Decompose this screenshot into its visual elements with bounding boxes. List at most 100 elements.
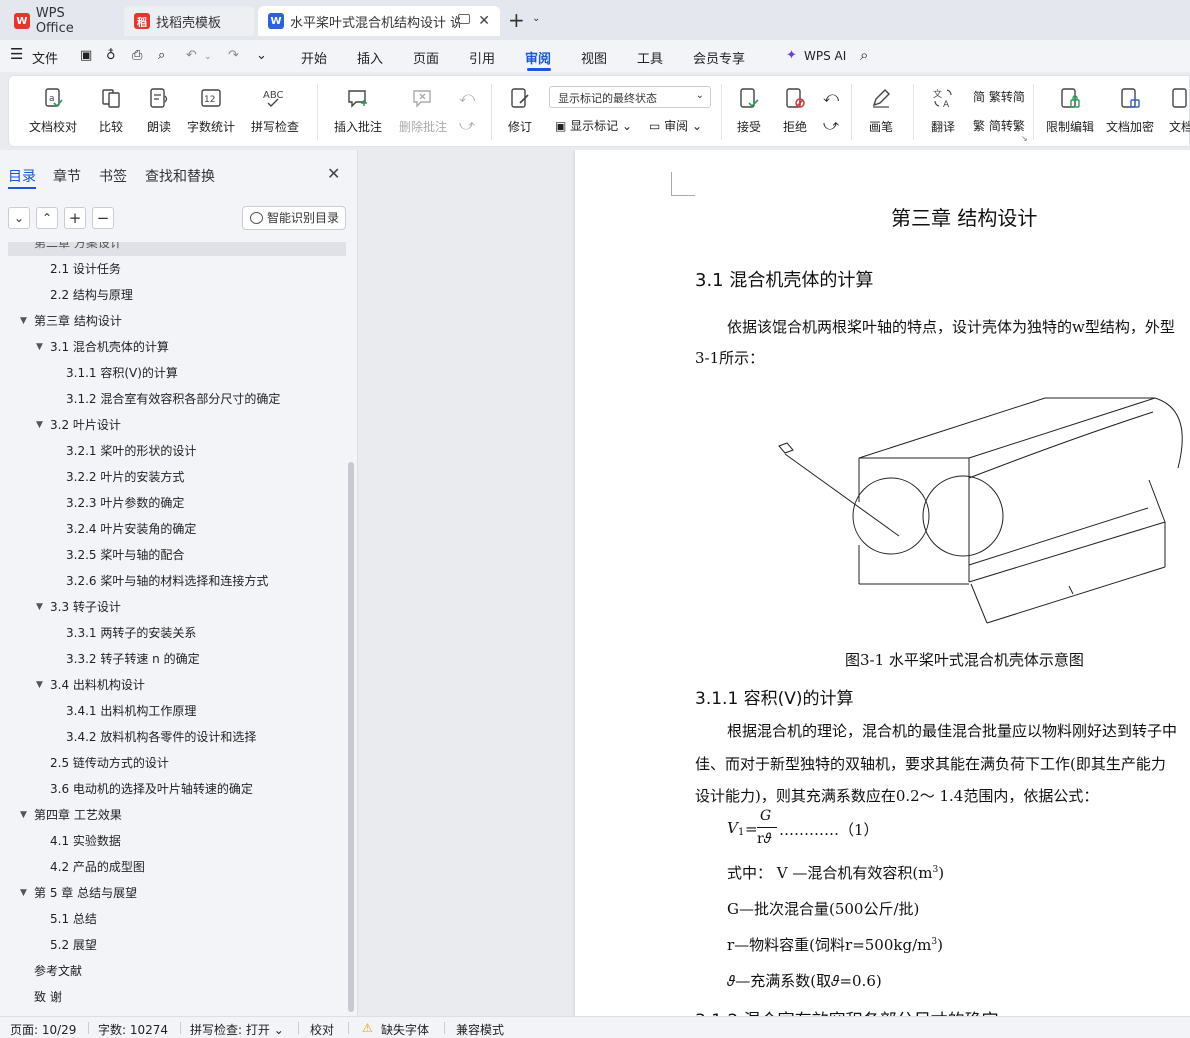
expand-arrow-icon[interactable]: ▼ (36, 680, 43, 690)
more-chevron-icon[interactable]: ⌄ (256, 48, 267, 63)
missing-font-status[interactable]: 缺失字体 (381, 1021, 429, 1038)
menu-member[interactable]: 会员专享 (693, 48, 745, 67)
toc-item[interactable]: 2.2 结构与原理 (50, 282, 133, 308)
new-tab-button[interactable]: + (508, 10, 525, 30)
pen-button[interactable]: 画笔 (859, 76, 903, 146)
demote-button[interactable]: − (92, 207, 114, 229)
expand-arrow-icon[interactable]: ▼ (36, 342, 43, 352)
toc-item[interactable]: 3.4.1 出料机构工作原理 (66, 698, 196, 724)
expand-arrow-icon[interactable]: ▼ (20, 888, 27, 898)
expand-arrow-icon[interactable]: ▼ (36, 420, 43, 430)
delete-comment-button[interactable]: 删除批注 (393, 76, 453, 146)
toc-item[interactable]: 3.1 混合机壳体的计算 (50, 334, 169, 360)
markup-mode-select[interactable]: 显示标记的最终状态 ⌄ (549, 86, 711, 108)
proofread-button[interactable]: a 文档校对 (19, 76, 87, 146)
menu-insert[interactable]: 插入 (357, 48, 383, 67)
compare-button[interactable]: 比较 (91, 76, 131, 146)
collapse-all-button[interactable]: ⌃ (36, 207, 58, 229)
toc-item[interactable]: 3.6 电动机的选择及叶片轴转速的确定 (50, 776, 253, 802)
toc-item[interactable]: 5.2 展望 (50, 932, 97, 958)
word-count-button[interactable]: 12 字数统计 (183, 76, 239, 146)
save-icon[interactable]: ▣ (80, 48, 92, 63)
toc-item[interactable]: 3.4.2 放料机构各零件的设计和选择 (66, 724, 256, 750)
hamburger-icon[interactable]: ☰ (10, 45, 23, 63)
print-icon[interactable]: ⎙ (132, 48, 142, 63)
tab-wps-office[interactable]: W WPS Office (4, 6, 116, 36)
toc-item[interactable]: 致 谢 (34, 984, 62, 1010)
toc-item[interactable]: 3.2.4 叶片安装角的确定 (66, 516, 196, 542)
toc-item[interactable]: 4.2 产品的成型图 (50, 854, 145, 880)
review-pane-button[interactable]: ▭ 审阅 ⌄ (649, 117, 702, 134)
toc-item[interactable]: 3.3.2 转子转速 n 的确定 (66, 646, 200, 672)
toc-item[interactable]: 4.1 实验数据 (50, 828, 121, 854)
accept-button[interactable]: 接受 (727, 76, 771, 146)
read-aloud-button[interactable]: 朗读 (141, 76, 177, 146)
proof-status[interactable]: 校对 (310, 1021, 334, 1038)
show-markup-button[interactable]: ▣ 显示标记 ⌄ (555, 117, 632, 134)
toc-item[interactable]: 3.1.1 容积(V)的计算 (66, 360, 178, 386)
toc-item[interactable]: 第四章 工艺效果 (34, 802, 122, 828)
tab-bookmarks[interactable]: 书签 (99, 166, 127, 186)
insert-comment-button[interactable]: 插入批注 (327, 76, 389, 146)
reject-button[interactable]: 拒绝 (773, 76, 817, 146)
search-icon[interactable]: ⌕ (860, 46, 868, 64)
page-indicator[interactable]: 页面: 10/29 (10, 1021, 76, 1038)
prev-comment-icon[interactable]: ⤺ (459, 88, 475, 106)
menu-page[interactable]: 页面 (413, 48, 439, 67)
chevron-down-icon[interactable]: ⌄ (204, 52, 212, 62)
word-count[interactable]: 字数: 10274 (98, 1021, 168, 1038)
revise-button[interactable]: 修订 (499, 76, 541, 146)
toc-item[interactable]: 参考文献 (34, 958, 82, 984)
menu-review[interactable]: 审阅 (525, 48, 551, 67)
spell-check-button[interactable]: ABC 拼写检查 (245, 76, 305, 146)
print-preview-icon[interactable]: ⌕ (158, 48, 165, 63)
redo-icon[interactable]: ↷ (228, 48, 239, 63)
spell-check-status[interactable]: 拼写检查: 打开 ⌄ (190, 1021, 284, 1038)
toc-item-cut[interactable]: 第二章 方案设计 (8, 242, 346, 256)
toc-item[interactable]: 2.1 设计任务 (50, 256, 121, 282)
simp-to-trad-button[interactable]: 繁 简转繁 (973, 117, 1025, 134)
toc-item[interactable]: 3.2.6 桨叶与轴的材料选择和连接方式 (66, 568, 268, 594)
toc-item[interactable]: 3.2.1 桨叶的形状的设计 (66, 438, 196, 464)
restrict-edit-button[interactable]: 限制编辑 (1041, 76, 1099, 146)
expand-all-button[interactable]: ⌄ (8, 207, 30, 229)
tab-toc[interactable]: 目录 (8, 166, 36, 186)
expand-arrow-icon[interactable]: ▼ (20, 810, 27, 820)
toc-item[interactable]: 3.2.3 叶片参数的确定 (66, 490, 184, 516)
menu-view[interactable]: 视图 (581, 48, 607, 67)
toc-item[interactable]: 3.3.1 两转子的安装关系 (66, 620, 196, 646)
menu-start[interactable]: 开始 (301, 48, 327, 67)
menu-reference[interactable]: 引用 (469, 48, 495, 67)
toc-item[interactable]: 第三章 结构设计 (34, 308, 122, 334)
expand-arrow-icon[interactable]: ▼ (36, 602, 43, 612)
prev-change-icon[interactable]: ⤺ (823, 88, 839, 106)
toc-item[interactable]: 3.2.5 桨叶与轴的配合 (66, 542, 184, 568)
trad-to-simp-button[interactable]: 简 繁转简 (973, 88, 1025, 105)
promote-button[interactable]: + (64, 207, 86, 229)
expand-arrow-icon[interactable]: ▼ (20, 316, 27, 326)
undo-icon[interactable]: ↶ (186, 48, 197, 63)
next-change-icon[interactable]: ⤻ (823, 116, 839, 134)
menu-tools[interactable]: 工具 (637, 48, 663, 67)
toc-item[interactable]: 3.2.2 叶片的安装方式 (66, 464, 184, 490)
doc-more-button[interactable]: 文档 (1161, 76, 1190, 146)
translate-button[interactable]: 文A 翻译 (921, 76, 965, 146)
toc-item[interactable]: 3.1.2 混合室有效容积各部分尺寸的确定 (66, 386, 280, 412)
tab-find-replace[interactable]: 查找和替换 (145, 166, 215, 186)
close-icon[interactable]: ✕ (327, 164, 340, 183)
scrollbar[interactable] (348, 462, 354, 1012)
share-icon[interactable]: ♁ (106, 48, 116, 63)
toc-item[interactable]: 3.4 出料机构设计 (50, 672, 145, 698)
window-preview-icon[interactable] (458, 14, 470, 24)
toc-item[interactable]: 3.2 叶片设计 (50, 412, 121, 438)
toc-item[interactable]: 第 5 章 总结与展望 (34, 880, 137, 906)
menu-file[interactable]: 文件 (32, 48, 58, 67)
toc-item[interactable]: 2.5 链传动方式的设计 (50, 750, 169, 776)
smart-toc-button[interactable]: 智能识别目录 (242, 206, 346, 230)
menu-wps-ai[interactable]: WPS AI (804, 49, 846, 63)
chevron-down-icon[interactable]: ⌄ (532, 13, 540, 24)
encrypt-button[interactable]: 文档加密 (1101, 76, 1159, 146)
document-page[interactable]: 第三章 结构设计 3.1 混合机壳体的计算 依据该馄合机两根桨叶轴的特点，设计壳… (575, 150, 1190, 1016)
toc-item[interactable]: 3.3 转子设计 (50, 594, 121, 620)
dialog-launcher-icon[interactable]: ↘ (1021, 134, 1028, 143)
